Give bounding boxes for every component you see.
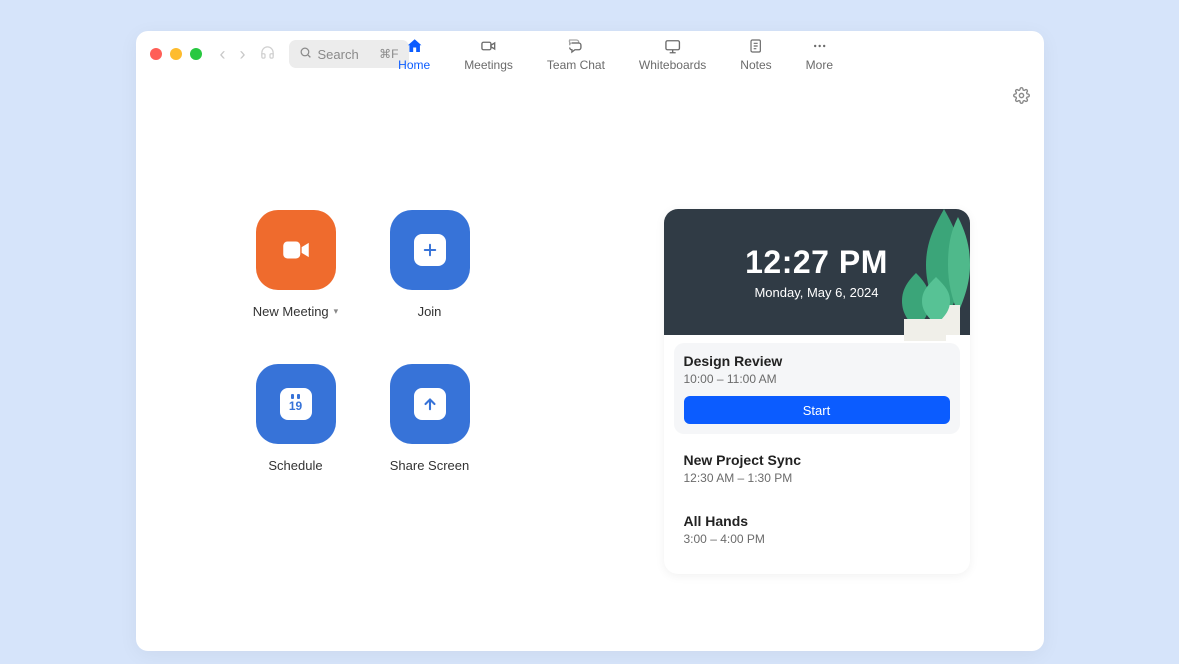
nav-forward-button[interactable]: › xyxy=(240,44,246,65)
clock-hero: 12:27 PM Monday, May 6, 2024 xyxy=(664,209,970,335)
plant-decoration-2 xyxy=(898,273,956,341)
calendar-panel: 12:27 PM Monday, May 6, 2024 Design Revi… xyxy=(664,209,970,574)
new-meeting-button[interactable] xyxy=(256,210,336,290)
tab-notes[interactable]: Notes xyxy=(740,37,771,72)
arrow-up-icon xyxy=(414,388,446,420)
event-time: 3:00 – 4:00 PM xyxy=(684,532,950,546)
close-window-button[interactable] xyxy=(150,48,162,60)
calendar-panel-container: 12:27 PM Monday, May 6, 2024 Design Revi… xyxy=(590,77,1044,651)
join-label: Join xyxy=(418,304,442,319)
window-controls xyxy=(150,48,202,60)
more-icon xyxy=(810,37,828,55)
app-window: ‹ › Search ⌘F Home Meetings Team Ch xyxy=(136,31,1044,651)
event-item[interactable]: All Hands 3:00 – 4:00 PM xyxy=(674,503,960,556)
chevron-down-icon: ▾ xyxy=(334,306,339,317)
tab-notes-label: Notes xyxy=(740,58,771,72)
schedule-button[interactable]: 19 xyxy=(256,364,336,444)
share-screen-action: Share Screen xyxy=(390,364,470,518)
video-icon xyxy=(480,37,498,55)
new-meeting-action: New Meeting ▾ xyxy=(253,210,338,364)
tab-team-chat[interactable]: Team Chat xyxy=(547,37,605,72)
chat-icon xyxy=(567,37,585,55)
whiteboard-icon xyxy=(664,37,682,55)
fullscreen-window-button[interactable] xyxy=(190,48,202,60)
nav-back-button[interactable]: ‹ xyxy=(220,44,226,65)
search-placeholder: Search xyxy=(318,47,359,62)
event-title: Design Review xyxy=(684,353,950,369)
event-title: All Hands xyxy=(684,513,950,529)
event-list: Design Review 10:00 – 11:00 AM Start New… xyxy=(664,335,970,574)
event-item-upcoming[interactable]: Design Review 10:00 – 11:00 AM Start xyxy=(674,343,960,434)
plus-icon xyxy=(414,234,446,266)
event-time: 12:30 AM – 1:30 PM xyxy=(684,471,950,485)
calendar-icon: 19 xyxy=(280,388,312,420)
tab-team-chat-label: Team Chat xyxy=(547,58,605,72)
event-item[interactable]: New Project Sync 12:30 AM – 1:30 PM xyxy=(674,442,960,495)
notes-icon xyxy=(748,37,764,55)
tab-whiteboards[interactable]: Whiteboards xyxy=(639,37,706,72)
tab-more-label: More xyxy=(806,58,833,72)
home-icon xyxy=(405,37,423,55)
tab-home-label: Home xyxy=(398,58,430,72)
headset-icon[interactable] xyxy=(260,45,275,64)
settings-button[interactable] xyxy=(1013,87,1030,109)
search-icon xyxy=(299,46,312,62)
content-area: New Meeting ▾ Join xyxy=(136,77,1044,651)
event-time: 10:00 – 11:00 AM xyxy=(684,372,950,386)
schedule-action: 19 Schedule xyxy=(256,364,336,518)
search-input[interactable]: Search ⌘F xyxy=(289,40,409,68)
tab-more[interactable]: More xyxy=(806,37,833,72)
clock-date: Monday, May 6, 2024 xyxy=(754,285,878,300)
search-shortcut: ⌘F xyxy=(379,47,398,61)
actions-panel: New Meeting ▾ Join xyxy=(136,77,590,651)
tab-whiteboards-label: Whiteboards xyxy=(639,58,706,72)
minimize-window-button[interactable] xyxy=(170,48,182,60)
event-title: New Project Sync xyxy=(684,452,950,468)
tab-home[interactable]: Home xyxy=(398,37,430,72)
main-tabs: Home Meetings Team Chat Whiteboards Note… xyxy=(398,31,833,77)
share-screen-button[interactable] xyxy=(390,364,470,444)
tab-meetings[interactable]: Meetings xyxy=(464,37,513,72)
clock-time: 12:27 PM xyxy=(745,244,888,281)
new-meeting-label-row[interactable]: New Meeting ▾ xyxy=(253,304,338,319)
schedule-label: Schedule xyxy=(268,458,322,473)
calendar-day: 19 xyxy=(289,399,302,413)
new-meeting-label: New Meeting xyxy=(253,304,329,319)
nav-arrows: ‹ › xyxy=(220,44,246,65)
share-screen-label: Share Screen xyxy=(390,458,470,473)
join-button[interactable] xyxy=(390,210,470,290)
tab-meetings-label: Meetings xyxy=(464,58,513,72)
titlebar: ‹ › Search ⌘F Home Meetings Team Ch xyxy=(136,31,1044,77)
join-action: Join xyxy=(390,210,470,364)
start-meeting-button[interactable]: Start xyxy=(684,396,950,424)
